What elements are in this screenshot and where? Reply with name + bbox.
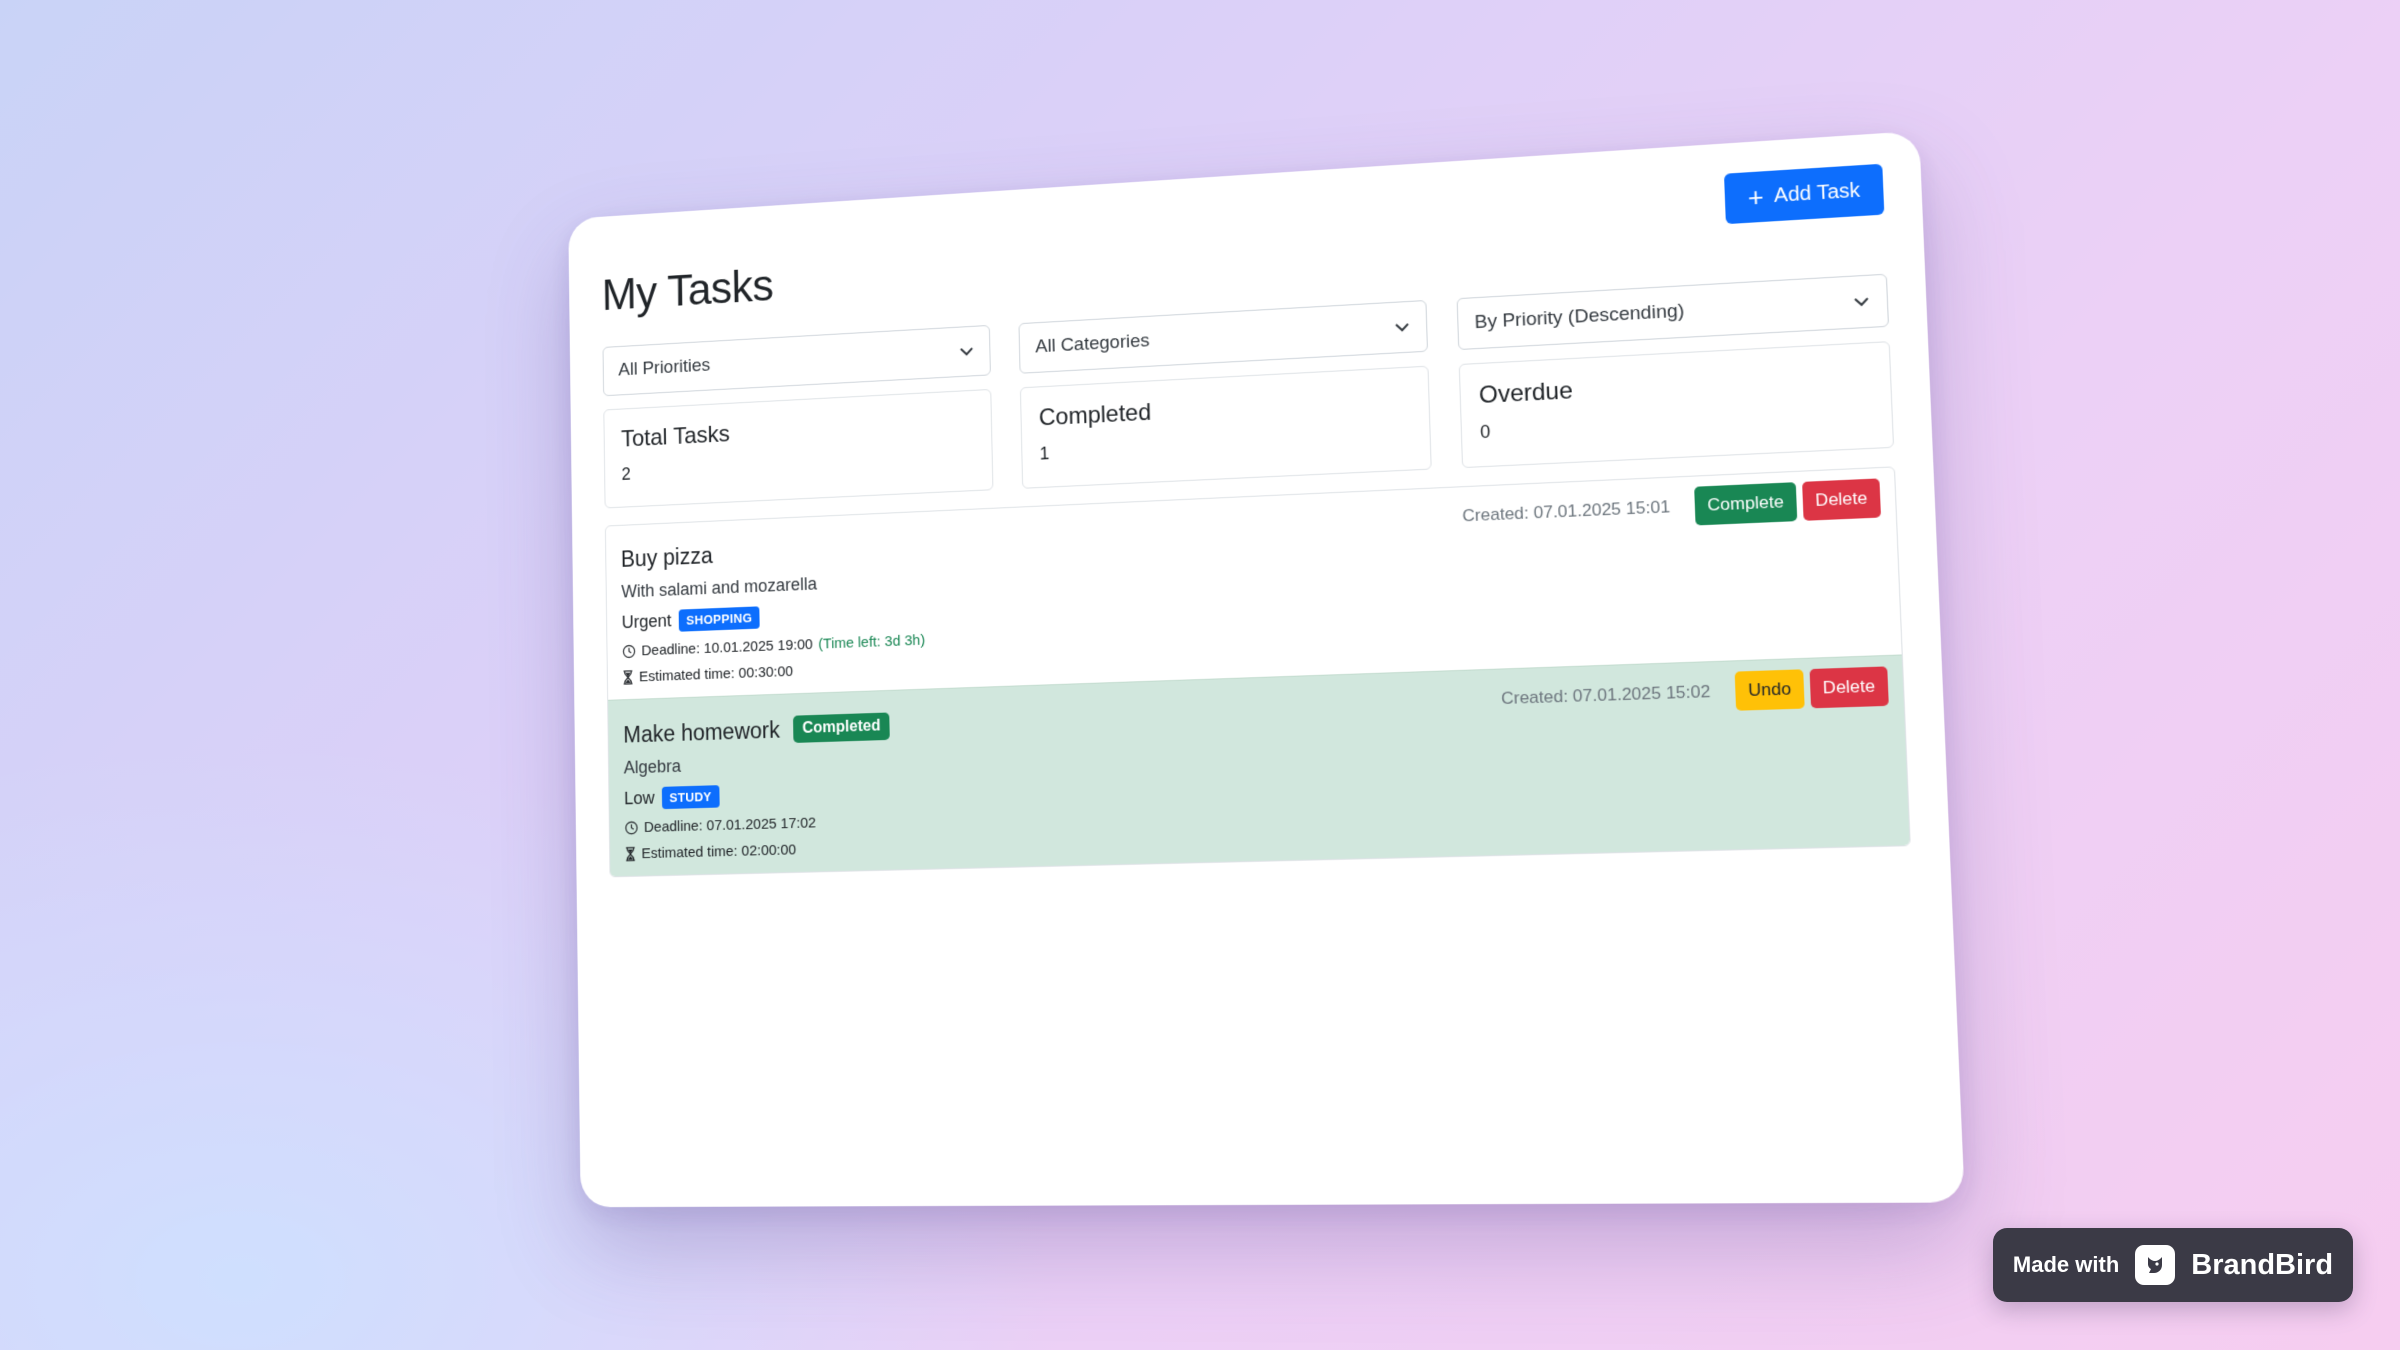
priority-label: Urgent xyxy=(621,610,672,633)
estimate-text: Estimated time: 02:00:00 xyxy=(641,841,797,863)
created-date: Created: 07.01.2025 15:02 xyxy=(1500,681,1711,709)
chevron-down-icon xyxy=(1394,322,1410,333)
task-title: Make homework xyxy=(623,716,781,747)
brandbird-logo-icon xyxy=(2135,1245,2176,1285)
add-task-label: Add Task xyxy=(1773,178,1861,207)
priority-label: Low xyxy=(624,788,655,809)
hourglass-icon xyxy=(625,847,636,862)
completed-badge: Completed xyxy=(792,712,891,743)
stat-value: 1 xyxy=(1039,443,1050,464)
stat-value: 2 xyxy=(621,464,631,484)
complete-button[interactable]: Complete xyxy=(1694,482,1798,526)
task-title: Buy pizza xyxy=(620,542,713,572)
made-with-text: Made with xyxy=(2012,1252,2120,1277)
app-window: My Tasks + Add Task All Priorities All C… xyxy=(568,130,1965,1208)
hourglass-icon xyxy=(622,670,633,685)
estimate-text: Estimated time: 00:30:00 xyxy=(638,663,794,686)
undo-button[interactable]: Undo xyxy=(1734,669,1805,711)
brand-name: BrandBird xyxy=(2191,1248,2334,1281)
chevron-down-icon xyxy=(1853,296,1870,307)
stat-title: Total Tasks xyxy=(620,421,731,453)
category-filter-value: All Categories xyxy=(1035,330,1150,358)
add-task-button[interactable]: + Add Task xyxy=(1723,163,1885,225)
clock-icon xyxy=(624,820,638,835)
stat-title: Overdue xyxy=(1478,377,1574,410)
chevron-down-icon xyxy=(959,346,974,357)
task-list: Created: 07.01.2025 15:01 Complete Delet… xyxy=(604,466,1911,878)
priority-filter-value: All Priorities xyxy=(618,355,711,381)
category-badge: STUDY xyxy=(661,785,720,810)
made-with-brandbird-badge[interactable]: Made with BrandBird xyxy=(1993,1228,2353,1302)
deadline-text: Deadline: 07.01.2025 17:02 xyxy=(643,814,817,836)
page-title: My Tasks xyxy=(601,259,774,320)
created-date: Created: 07.01.2025 15:01 xyxy=(1462,497,1671,526)
priority-filter-select[interactable]: All Priorities xyxy=(602,324,991,397)
delete-button[interactable]: Delete xyxy=(1801,478,1882,521)
stage: My Tasks + Add Task All Priorities All C… xyxy=(0,0,2400,1350)
stat-value: 0 xyxy=(1479,421,1491,443)
stat-card-overdue: Overdue 0 xyxy=(1458,341,1895,469)
task-actions: Created: 07.01.2025 15:02 Undo Delete xyxy=(1500,666,1889,718)
category-filter-select[interactable]: All Categories xyxy=(1018,299,1429,374)
time-left-text: (Time left: 3d 3h) xyxy=(818,631,926,653)
stat-card-completed: Completed 1 xyxy=(1019,365,1432,489)
plus-icon: + xyxy=(1747,181,1765,213)
deadline-text: Deadline: 10.01.2025 19:00 xyxy=(641,636,813,660)
category-badge: SHOPPING xyxy=(678,606,760,632)
sort-select[interactable]: By Priority (Descending) xyxy=(1456,273,1890,351)
sort-value: By Priority (Descending) xyxy=(1474,300,1685,334)
stat-title: Completed xyxy=(1038,399,1152,432)
delete-button[interactable]: Delete xyxy=(1809,666,1889,709)
stat-card-total: Total Tasks 2 xyxy=(603,388,994,509)
clock-icon xyxy=(622,644,636,659)
